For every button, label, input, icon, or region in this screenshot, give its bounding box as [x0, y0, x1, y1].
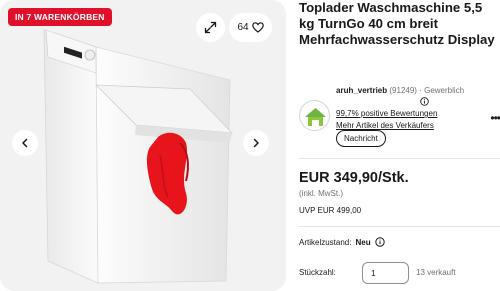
message-seller-button[interactable]: Nachricht	[336, 130, 386, 147]
condition-label: Artikelzustand:	[299, 237, 352, 247]
more-options-icon[interactable]: •••	[490, 111, 500, 125]
seller-name[interactable]: aruh_vertrieb	[336, 86, 387, 95]
divider	[299, 158, 500, 159]
seller-avatar[interactable]	[299, 100, 330, 131]
previous-image-button[interactable]	[12, 130, 38, 156]
chevron-left-icon	[22, 138, 28, 148]
uvp-price: UVP EUR 499,00	[299, 206, 362, 215]
quantity-input[interactable]: 1	[362, 262, 409, 284]
positive-rating-link[interactable]: 99,7% positive Bewertungen	[336, 109, 437, 118]
more-items-link[interactable]: Mehr Artikel des Verkäufers	[336, 121, 434, 130]
heart-icon	[251, 22, 264, 33]
seller-type: Gewerblich	[424, 86, 465, 95]
product-image-gallery[interactable]: IN 7 WARENKÖRBEN 64	[0, 0, 286, 291]
quantity-label: Stückzahl:	[299, 268, 336, 277]
chevron-right-icon	[253, 138, 259, 148]
vat-note: (inkl. MwSt.)	[299, 189, 343, 198]
condition-row: Artikelzustand: Neu	[299, 237, 385, 247]
next-image-button[interactable]	[243, 130, 269, 156]
product-info-panel: Toplader Waschmaschine 5,5 kg TurnGo 40 …	[299, 0, 500, 284]
seller-details: aruh_vertrieb (91249) · Gewerblich 99,7%…	[336, 85, 500, 132]
price: EUR 349,90/Stk.	[299, 170, 409, 186]
info-icon[interactable]	[420, 97, 429, 106]
cart-count-badge: IN 7 WARENKÖRBEN	[8, 8, 112, 26]
seller-logo-icon	[305, 108, 326, 126]
condition-value: Neu	[355, 237, 371, 247]
seller-feedback-count: (91249)	[389, 86, 417, 95]
product-image	[43, 29, 234, 284]
info-icon[interactable]	[374, 237, 385, 247]
product-title: Toplader Waschmaschine 5,5 kg TurnGo 40 …	[299, 0, 495, 48]
divider	[299, 226, 500, 227]
sold-count: 13 verkauft	[416, 268, 456, 277]
seller-separator: ·	[419, 86, 422, 95]
